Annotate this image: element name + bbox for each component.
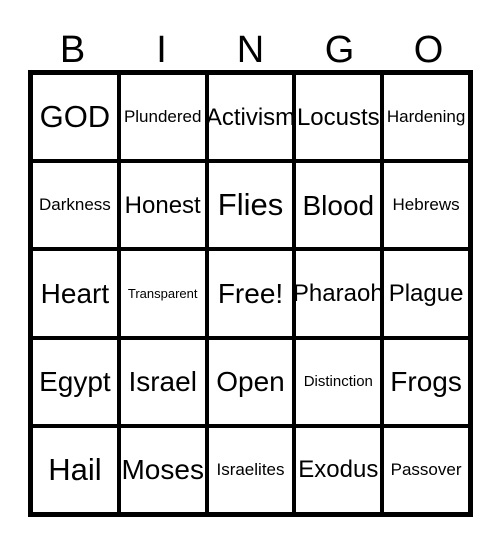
bingo-cell-label: Hebrews [392, 195, 460, 215]
bingo-cell-label: Hardening [386, 107, 466, 127]
bingo-cell[interactable]: Darkness [33, 163, 117, 248]
bingo-cell-label: Activism [205, 103, 293, 131]
bingo-row: Darkness Honest Flies Blood Hebrews [33, 159, 468, 248]
bingo-cell-label: Blood [302, 189, 375, 221]
bingo-cell-label: Passover [390, 459, 462, 479]
bingo-cell-label: Israel [128, 366, 197, 398]
bingo-cell[interactable]: Open [204, 339, 293, 424]
bingo-row: Egypt Israel Open Distinction Frogs [33, 335, 468, 424]
bingo-cell[interactable]: Frogs [380, 339, 468, 424]
bingo-cell-label: Flies [217, 187, 284, 223]
bingo-cell-label: Honest [124, 191, 201, 219]
bingo-cell[interactable]: Honest [116, 163, 205, 248]
bingo-cell-label: Frogs [390, 366, 462, 398]
bingo-cell[interactable]: Moses [116, 427, 205, 513]
bingo-header-letter-i: I [156, 29, 167, 71]
bingo-cell-label: GOD [39, 98, 111, 134]
bingo-cell-label: Pharaoh [292, 279, 381, 307]
bingo-grid: GOD Plundered Activism Locusts Hardening… [28, 70, 473, 517]
bingo-row: Heart Transparent Free! Pharaoh Plague [33, 247, 468, 336]
bingo-cell[interactable]: Locusts [292, 75, 381, 160]
bingo-card: B I N G O GOD Plundered Activism Locusts… [0, 0, 502, 544]
bingo-header-letter-n: N [236, 29, 265, 71]
bingo-cell-label: Egypt [39, 366, 111, 398]
bingo-header-letter-g: G [324, 29, 355, 71]
bingo-cell-label: Moses [121, 454, 204, 486]
bingo-row: GOD Plundered Activism Locusts Hardening [33, 75, 468, 160]
bingo-cell[interactable]: Pharaoh [292, 251, 381, 336]
bingo-cell-label: Heart [40, 277, 110, 309]
bingo-cell[interactable]: Distinction [292, 339, 381, 424]
bingo-row: Hail Moses Israelites Exodus Passover [33, 423, 468, 513]
bingo-cell[interactable]: Hardening [380, 75, 468, 160]
bingo-cell[interactable]: Activism [204, 75, 293, 160]
bingo-cell[interactable]: Israelites [204, 427, 293, 513]
bingo-cell[interactable]: Hail [33, 427, 117, 513]
bingo-cell[interactable]: Blood [292, 163, 381, 248]
bingo-cell-label: Distinction [303, 372, 373, 390]
bingo-cell-label: Hail [48, 451, 102, 487]
bingo-cell[interactable]: Transparent [116, 251, 205, 336]
bingo-header-row: B I N G O [28, 16, 473, 70]
bingo-cell-label: Plague [388, 279, 464, 307]
bingo-header-letter-o: O [413, 29, 444, 71]
bingo-cell-label: Israelites [216, 459, 285, 479]
bingo-cell-label: Plundered [123, 107, 202, 127]
bingo-cell[interactable]: GOD [33, 75, 117, 160]
bingo-cell[interactable]: Plague [380, 251, 468, 336]
bingo-cell[interactable]: Passover [380, 427, 468, 513]
bingo-cell[interactable]: Flies [204, 163, 293, 248]
bingo-cell-label: Open [216, 366, 285, 398]
bingo-cell[interactable]: Hebrews [380, 163, 468, 248]
bingo-cell[interactable]: Israel [116, 339, 205, 424]
bingo-cell-free-space[interactable]: Free! [204, 251, 293, 336]
bingo-cell[interactable]: Heart [33, 251, 117, 336]
bingo-cell-label: Darkness [38, 195, 111, 215]
bingo-cell[interactable]: Egypt [33, 339, 117, 424]
bingo-cell-label: Locusts [296, 103, 380, 131]
bingo-cell-label: Free! [217, 277, 284, 309]
bingo-cell[interactable]: Plundered [116, 75, 205, 160]
bingo-cell-label: Transparent [127, 285, 198, 301]
bingo-cell[interactable]: Exodus [292, 427, 381, 513]
bingo-cell-label: Exodus [298, 456, 379, 484]
bingo-header-letter-b: B [59, 29, 86, 71]
